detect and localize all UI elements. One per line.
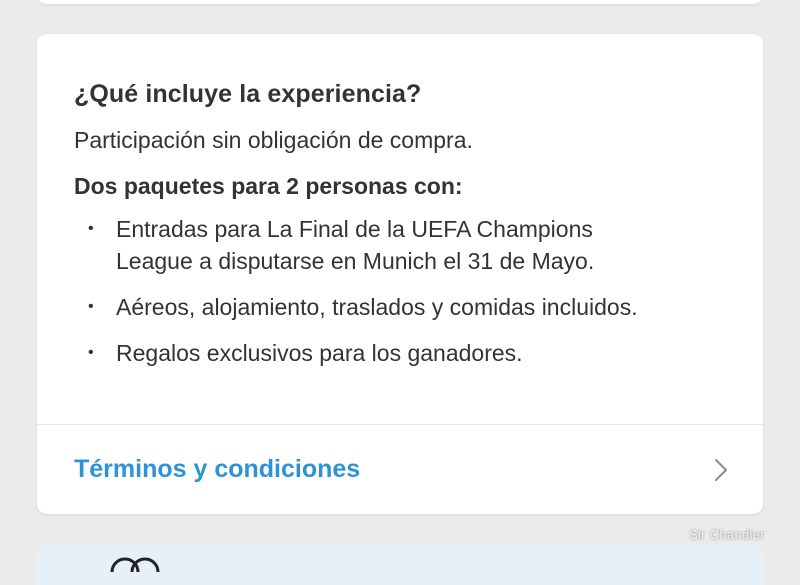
interlocking-rings-logo [109,552,165,585]
chevron-right-icon[interactable] [713,457,729,483]
packages-subtitle: Dos paquetes para 2 personas con: [74,173,463,199]
experience-title: ¿Qué incluye la experiencia? [74,80,422,108]
watermark: Sir Chandler [689,527,765,542]
benefit-text-line: Entradas para La Final de la UEFA Champi… [116,216,593,242]
bullet-icon: • [88,344,94,361]
experience-card: ¿Qué incluye la experiencia? Participaci… [37,34,763,514]
next-card [37,545,763,585]
terms-row[interactable]: Términos y condiciones [37,425,763,514]
experience-card-body: ¿Qué incluye la experiencia? Participaci… [37,34,763,424]
participation-note: Participación sin obligación de compra. [74,127,473,153]
bullet-icon: • [88,298,94,315]
benefit-text-line: Regalos exclusivos para los ganadores. [116,340,523,366]
list-item: • Aéreos, alojamiento, traslados y comid… [74,291,726,323]
previous-card-bottom [37,0,763,4]
terms-link[interactable]: Términos y condiciones [74,455,360,484]
bullet-icon: • [88,220,94,237]
list-item: • Regalos exclusivos para los ganadores. [74,337,726,369]
benefit-text-line: Aéreos, alojamiento, traslados y comidas… [116,294,638,320]
benefit-text-line: League a disputarse en Munich el 31 de M… [116,248,595,274]
list-item: • Entradas para La Final de la UEFA Cham… [74,213,726,277]
benefits-list: • Entradas para La Final de la UEFA Cham… [74,213,726,369]
